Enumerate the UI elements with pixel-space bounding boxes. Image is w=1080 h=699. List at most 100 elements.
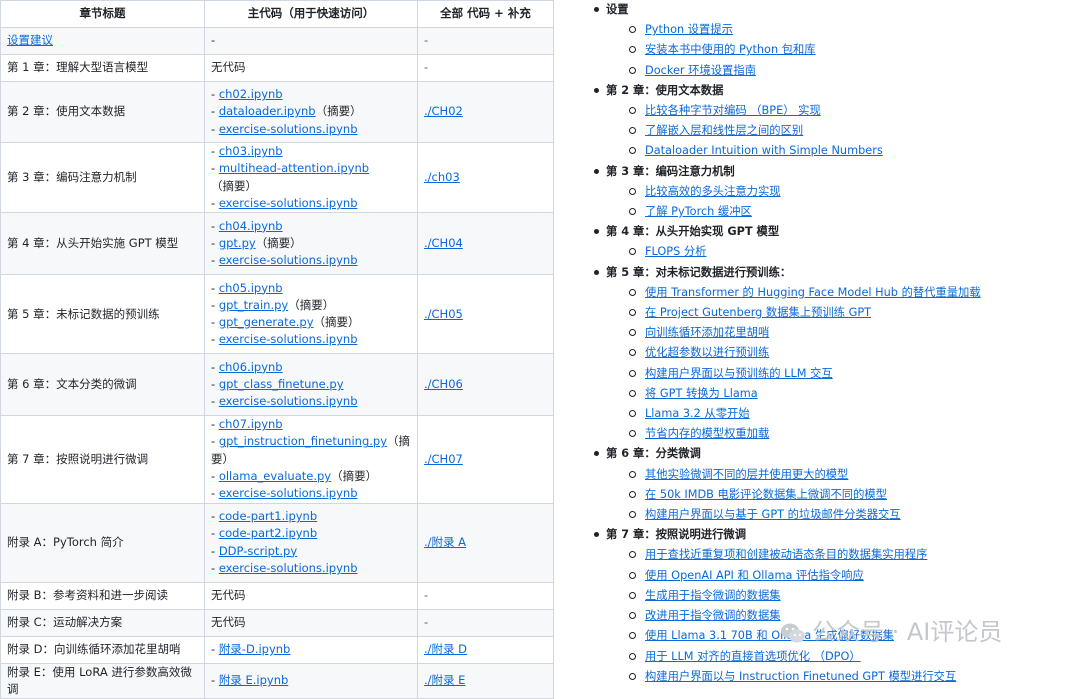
all-code-cell[interactable]: ./CH02 — [417, 81, 554, 143]
supplement-link[interactable]: Python 设置提示 — [645, 23, 733, 36]
folder-link[interactable]: ./CH02 — [424, 104, 463, 118]
code-file-link[interactable]: ollama_evaluate.py — [219, 469, 331, 483]
supplement-link[interactable]: 生成用于指令微调的数据集 — [645, 589, 781, 602]
supplement-link[interactable]: 向训练循环添加花里胡哨 — [645, 326, 769, 339]
supplement-link[interactable]: 使用 OpenAI API 和 Ollama 评估指令响应 — [645, 569, 864, 582]
list-dash: - — [211, 332, 219, 347]
all-code-cell[interactable]: ./CH04 — [417, 212, 554, 276]
main-code-line: - — [211, 32, 411, 49]
folder-link[interactable]: ./CH05 — [424, 307, 463, 321]
code-file-link[interactable]: multihead-attention.ipynb — [219, 161, 369, 175]
code-file-link[interactable]: exercise-solutions.ipynb — [219, 253, 358, 267]
outline-section: 第 2 章：使用文本数据 比较各种字节对编码 （BPE） 实现 了解嵌入层和线性层之… — [590, 81, 1070, 162]
code-file-link[interactable]: exercise-solutions.ipynb — [219, 486, 358, 500]
code-file-link[interactable]: exercise-solutions.ipynb — [219, 122, 358, 136]
code-file-link[interactable]: exercise-solutions.ipynb — [219, 196, 358, 210]
summary-note: （摘要） — [288, 297, 335, 312]
supplement-link[interactable]: FLOPS 分析 — [645, 245, 706, 258]
supplement-link[interactable]: Docker 环境设置指南 — [645, 64, 756, 77]
code-file-link[interactable]: gpt_instruction_finetuning.py — [219, 434, 387, 448]
watermark-text: 公众号 · AI评论员 — [812, 618, 1003, 646]
all-code-cell[interactable]: ./附录 E — [417, 662, 554, 699]
supplement-link[interactable]: 了解嵌入层和线性层之间的区别 — [645, 124, 803, 137]
supplement-link[interactable]: 将 GPT 转换为 Llama — [645, 387, 758, 400]
folder-link[interactable]: ./ch03 — [424, 170, 460, 184]
all-code-cell[interactable]: ./CH07 — [417, 415, 554, 504]
supplement-link[interactable]: 构建用户界面以与预训练的 LLM 交互 — [645, 367, 833, 380]
code-file-link[interactable]: exercise-solutions.ipynb — [219, 561, 358, 575]
summary-note: （摘要） — [313, 315, 360, 330]
code-file-link[interactable]: exercise-solutions.ipynb — [219, 332, 358, 346]
list-item: 在 Project Gutenberg 数据集上预训练 GPT — [629, 303, 1070, 323]
supplement-link[interactable]: 用于查找近重复项和创建被动语态条目的数据集实用程序 — [645, 548, 927, 561]
supplement-link[interactable]: 优化超参数以进行预训练 — [645, 346, 769, 359]
list-item: 了解嵌入层和线性层之间的区别 — [629, 121, 1070, 141]
code-file-link[interactable]: ch07.ipynb — [219, 417, 283, 431]
list-dash: - — [211, 642, 219, 657]
supplement-link[interactable]: 在 Project Gutenberg 数据集上预训练 GPT — [645, 306, 871, 319]
supplement-link[interactable]: 构建用户界面以与基于 GPT 的垃圾邮件分类器交互 — [645, 508, 901, 521]
chapter-title-cell[interactable]: 设置建议 — [0, 27, 205, 55]
code-file-link[interactable]: ch05.ipynb — [219, 281, 283, 295]
code-file-link[interactable]: exercise-solutions.ipynb — [219, 394, 358, 408]
code-file-link[interactable]: code-part1.ipynb — [219, 509, 317, 523]
supplement-link[interactable]: 用于 LLM 对齐的直接首选项优化 （DPO） — [645, 650, 861, 663]
list-dash: - — [211, 486, 219, 501]
code-file-link[interactable]: ch03.ipynb — [219, 144, 283, 158]
supplement-link[interactable]: 比较各种字节对编码 （BPE） 实现 — [645, 104, 821, 117]
folder-link[interactable]: ./附录 E — [424, 673, 465, 687]
code-file-link[interactable]: code-part2.ipynb — [219, 526, 317, 540]
header-all-code: 全部 代码 + 补充 — [417, 0, 554, 28]
code-file-link[interactable]: DDP-script.py — [219, 544, 297, 558]
code-file-link[interactable]: dataloader.ipynb — [219, 104, 316, 118]
supplement-link[interactable]: 改进用于指令微调的数据集 — [645, 609, 781, 622]
folder-link[interactable]: ./CH04 — [424, 236, 463, 250]
main-code-line: - gpt_class_finetune.py — [211, 376, 411, 393]
supplement-link[interactable]: 使用 Transformer 的 Hugging Face Model Hub … — [645, 286, 981, 299]
supplement-link[interactable]: 安装本书中使用的 Python 包和库 — [645, 43, 816, 56]
folder-link[interactable]: ./附录 A — [424, 535, 466, 549]
chapter-title-link[interactable]: 设置建议 — [7, 33, 53, 47]
chapter-title: 第 5 章：未标记数据的预训练 — [7, 306, 160, 321]
all-code-cell[interactable]: ./附录 D — [417, 635, 554, 664]
code-file-link[interactable]: ch06.ipynb — [219, 360, 283, 374]
all-code-cell[interactable]: ./CH06 — [417, 353, 554, 417]
folder-link[interactable]: ./CH07 — [424, 452, 463, 466]
supplement-link[interactable]: Llama 3.2 从零开始 — [645, 407, 750, 420]
supplement-link[interactable]: 了解 PyTorch 缓冲区 — [645, 205, 752, 218]
main-code-line: - ch03.ipynb — [211, 143, 411, 160]
list-dash: - — [211, 560, 219, 575]
code-file-link[interactable]: ch04.ipynb — [219, 219, 283, 233]
folder-link[interactable]: ./CH06 — [424, 377, 463, 391]
supplement-link[interactable]: 节省内存的模型权重加载 — [645, 427, 769, 440]
main-code-cell: - — [204, 27, 418, 55]
code-file-link[interactable]: 附录-D.ipynb — [219, 642, 291, 656]
code-file-link[interactable]: gpt_class_finetune.py — [219, 377, 344, 391]
list-item: 优化超参数以进行预训练 — [629, 343, 1070, 363]
code-file-link[interactable]: gpt.py — [219, 236, 256, 250]
list-dash: - — [211, 434, 219, 449]
code-file-link[interactable]: ch02.ipynb — [219, 87, 283, 101]
code-file-link[interactable]: gpt_train.py — [219, 298, 288, 312]
supplement-link[interactable]: 构建用户界面以与 Instruction Finetuned GPT 模型进行交… — [645, 670, 956, 683]
supplement-link[interactable]: Dataloader Intuition with Simple Numbers — [645, 144, 883, 157]
supplement-link[interactable]: 比较高效的多头注意力实现 — [645, 185, 781, 198]
chapter-title-cell: 第 1 章：理解大型语言模型 — [0, 54, 205, 82]
outline-section: 第 4 章：从头开始实现 GPT 模型 FLOPS 分析 — [590, 222, 1070, 262]
supplement-link[interactable]: 其他实验微调不同的层并使用更大的模型 — [645, 468, 848, 481]
all-code-cell[interactable]: ./附录 A — [417, 502, 554, 583]
folder-link[interactable]: ./附录 D — [424, 642, 467, 656]
chapter-title-cell: 附录 D：向训练循环添加花里胡哨 — [0, 635, 205, 664]
code-file-link[interactable]: 附录 E.ipynb — [219, 673, 288, 687]
list-dash: - — [211, 417, 219, 432]
outline-sublist: FLOPS 分析 — [606, 242, 1070, 262]
supplement-link[interactable]: 在 50k IMDB 电影评论数据集上微调不同的模型 — [645, 488, 887, 501]
list-item: 其他实验微调不同的层并使用更大的模型 — [629, 465, 1070, 485]
all-code-cell[interactable]: ./CH05 — [417, 274, 554, 355]
chapter-table: 章节标题 主代码（用于快速访问） 全部 代码 + 补充 设置建议 - - 第 1 章：… — [0, 0, 554, 699]
code-file-link[interactable]: gpt_generate.py — [219, 315, 314, 329]
no-code-label: 无代码 — [211, 60, 246, 75]
all-code-cell[interactable]: ./ch03 — [417, 141, 554, 214]
list-dash: - — [211, 161, 219, 176]
list-dash: - — [211, 297, 219, 312]
